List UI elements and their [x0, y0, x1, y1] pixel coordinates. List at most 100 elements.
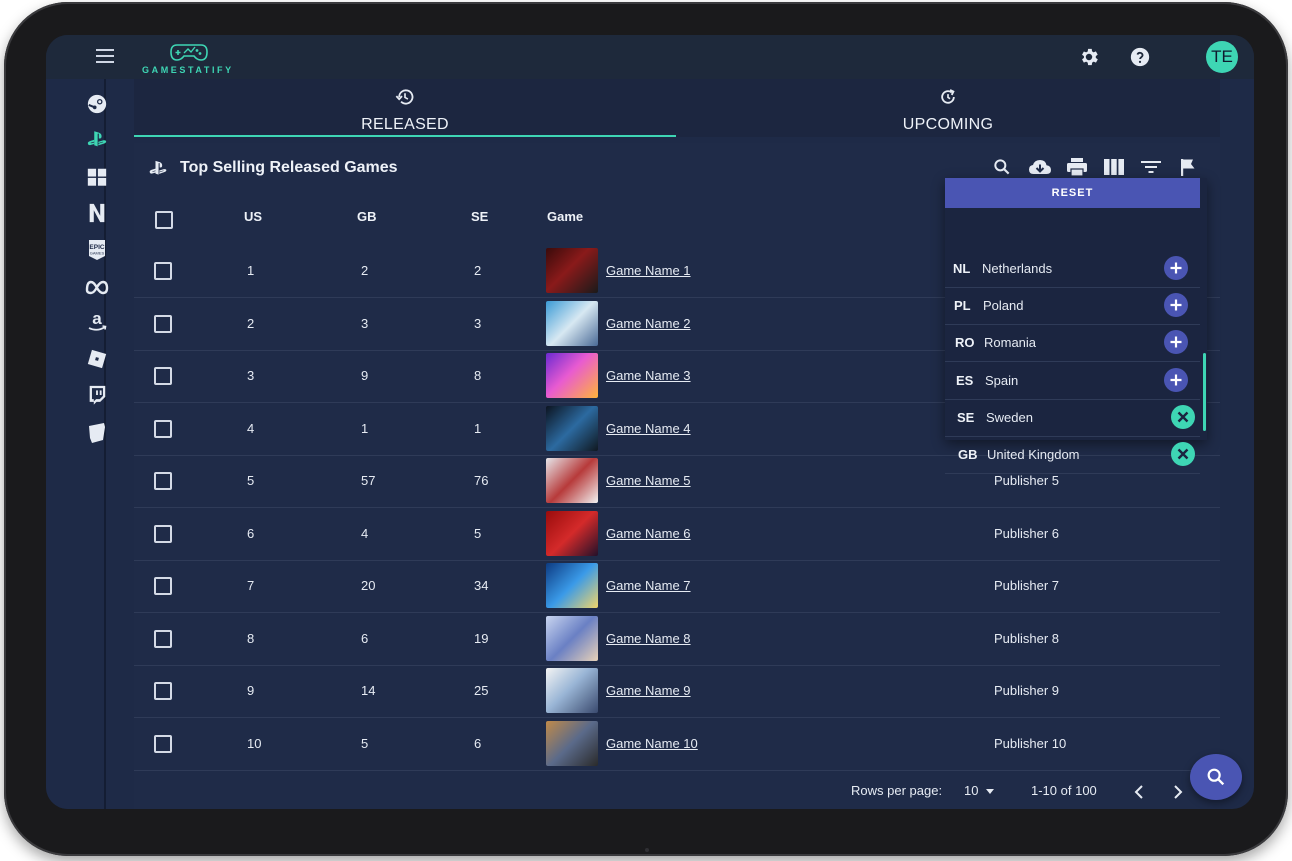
help-icon[interactable]: [1128, 45, 1152, 69]
active-tab-indicator: [134, 135, 676, 137]
reset-button[interactable]: RESET: [945, 178, 1200, 208]
table-row[interactable]: 7 20 34 Game Name 7 Publisher 7: [134, 560, 1220, 613]
select-all-checkbox[interactable]: [155, 211, 173, 229]
cell-gb-rank: 2: [361, 263, 369, 278]
cell-se-rank: 8: [474, 368, 482, 383]
amazon-icon[interactable]: a: [85, 310, 109, 334]
cell-us-rank: 1: [247, 263, 255, 278]
column-header-us[interactable]: US: [244, 209, 262, 224]
game-thumbnail[interactable]: [546, 458, 598, 503]
cell-us-rank: 9: [247, 683, 255, 698]
shield-icon[interactable]: [85, 421, 109, 445]
roblox-icon[interactable]: [85, 347, 109, 371]
game-link[interactable]: Game Name 8: [606, 631, 691, 646]
gamepad-logo-icon: [170, 44, 208, 61]
game-thumbnail[interactable]: [546, 405, 598, 451]
rows-per-page-select[interactable]: 10: [964, 783, 995, 798]
remove-country-button[interactable]: [1171, 442, 1195, 466]
game-thumbnail[interactable]: [546, 615, 598, 661]
plus-icon: [1170, 336, 1182, 348]
country-name: Poland: [983, 298, 1024, 314]
steam-icon[interactable]: [85, 92, 109, 116]
game-thumbnail[interactable]: [546, 720, 598, 766]
add-country-button[interactable]: [1164, 293, 1188, 318]
game-link[interactable]: Game Name 1: [606, 263, 691, 278]
country-option[interactable]: NL Netherlands: [945, 250, 1200, 288]
windows-icon[interactable]: [85, 165, 109, 189]
table-row[interactable]: 8 6 19 Game Name 8 Publisher 8: [134, 613, 1220, 666]
page-range: 1-10 of 100: [1031, 783, 1097, 798]
settings-icon[interactable]: [1077, 45, 1101, 69]
cell-us-rank: 5: [247, 473, 255, 488]
game-thumbnail[interactable]: [546, 248, 598, 293]
game-thumbnail[interactable]: [546, 300, 598, 346]
scrollbar[interactable]: [1203, 353, 1206, 431]
game-link[interactable]: Game Name 5: [606, 473, 691, 488]
remove-country-button[interactable]: [1171, 404, 1195, 429]
game-thumbnail[interactable]: [546, 353, 598, 398]
search-icon: [1207, 768, 1225, 786]
tab-released[interactable]: RELEASED: [134, 79, 676, 137]
search-icon[interactable]: [990, 155, 1014, 179]
game-link[interactable]: Game Name 10: [606, 736, 698, 751]
column-header-game[interactable]: Game: [547, 209, 583, 224]
game-link[interactable]: Game Name 4: [606, 421, 691, 436]
add-country-button[interactable]: [1164, 367, 1188, 392]
country-option[interactable]: RO Romania: [945, 324, 1200, 363]
user-avatar[interactable]: TE: [1206, 41, 1238, 73]
logo[interactable]: GAMESTATIFY: [142, 41, 242, 75]
playstation-icon[interactable]: [85, 127, 109, 151]
row-checkbox[interactable]: [154, 577, 172, 595]
game-link[interactable]: Game Name 2: [606, 316, 691, 331]
print-icon[interactable]: [1065, 155, 1089, 179]
country-selector-popup: RESET NL Netherlands PL Poland RO Romania ES Sp…: [945, 178, 1207, 474]
flag-icon[interactable]: [1176, 155, 1200, 179]
menu-icon[interactable]: [96, 49, 114, 63]
game-link[interactable]: Game Name 6: [606, 526, 691, 541]
table-row[interactable]: 6 4 5 Game Name 6 Publisher 6: [134, 508, 1220, 561]
next-page-button[interactable]: [1169, 783, 1187, 801]
country-option[interactable]: GB United Kingdom: [945, 436, 1200, 474]
game-thumbnail[interactable]: [546, 510, 598, 556]
row-checkbox[interactable]: [154, 367, 172, 385]
column-header-gb[interactable]: GB: [357, 209, 377, 224]
table-row[interactable]: 9 14 25 Game Name 9 Publisher 9: [134, 665, 1220, 718]
row-checkbox[interactable]: [154, 734, 172, 753]
row-checkbox[interactable]: [154, 472, 172, 490]
platform-sidebar: EPIC GAMES a: [46, 79, 109, 809]
add-country-button[interactable]: [1164, 330, 1188, 355]
column-header-se[interactable]: SE: [471, 209, 488, 224]
row-checkbox[interactable]: [154, 629, 172, 648]
cell-gb-rank: 14: [361, 683, 376, 698]
row-checkbox[interactable]: [154, 419, 172, 438]
twitch-icon[interactable]: [85, 383, 109, 407]
chevron-right-icon: [1174, 785, 1183, 799]
game-thumbnail[interactable]: [546, 668, 598, 713]
row-checkbox[interactable]: [154, 524, 172, 543]
country-option[interactable]: ES Spain: [945, 362, 1200, 400]
game-thumbnail[interactable]: [546, 563, 598, 608]
cell-us-rank: 7: [247, 578, 255, 593]
netflix-icon[interactable]: [85, 201, 109, 225]
cell-gb-rank: 6: [361, 630, 369, 646]
cell-se-rank: 34: [474, 578, 489, 593]
row-checkbox[interactable]: [154, 262, 172, 280]
country-option[interactable]: SE Sweden: [945, 399, 1200, 437]
country-option[interactable]: PL Poland: [945, 287, 1200, 326]
search-fab-button[interactable]: [1190, 754, 1242, 800]
tab-upcoming[interactable]: UPCOMING: [676, 79, 1220, 137]
game-link[interactable]: Game Name 9: [606, 683, 691, 698]
add-country-button[interactable]: [1164, 256, 1188, 280]
cloud-download-icon[interactable]: [1028, 155, 1052, 179]
filter-icon[interactable]: [1139, 155, 1163, 179]
game-link[interactable]: Game Name 7: [606, 578, 691, 593]
columns-icon[interactable]: [1102, 155, 1126, 179]
game-link[interactable]: Game Name 3: [606, 368, 691, 383]
row-checkbox[interactable]: [154, 682, 172, 700]
app-screen: GAMESTATIFY TE EPIC GAMES a RELEASED UPC…: [46, 35, 1254, 809]
epic-games-icon[interactable]: EPIC GAMES: [85, 238, 109, 262]
meta-icon[interactable]: [85, 275, 109, 299]
row-checkbox[interactable]: [154, 314, 172, 333]
table-row[interactable]: 10 5 6 Game Name 10 Publisher 10: [134, 718, 1220, 771]
prev-page-button[interactable]: [1130, 783, 1148, 801]
